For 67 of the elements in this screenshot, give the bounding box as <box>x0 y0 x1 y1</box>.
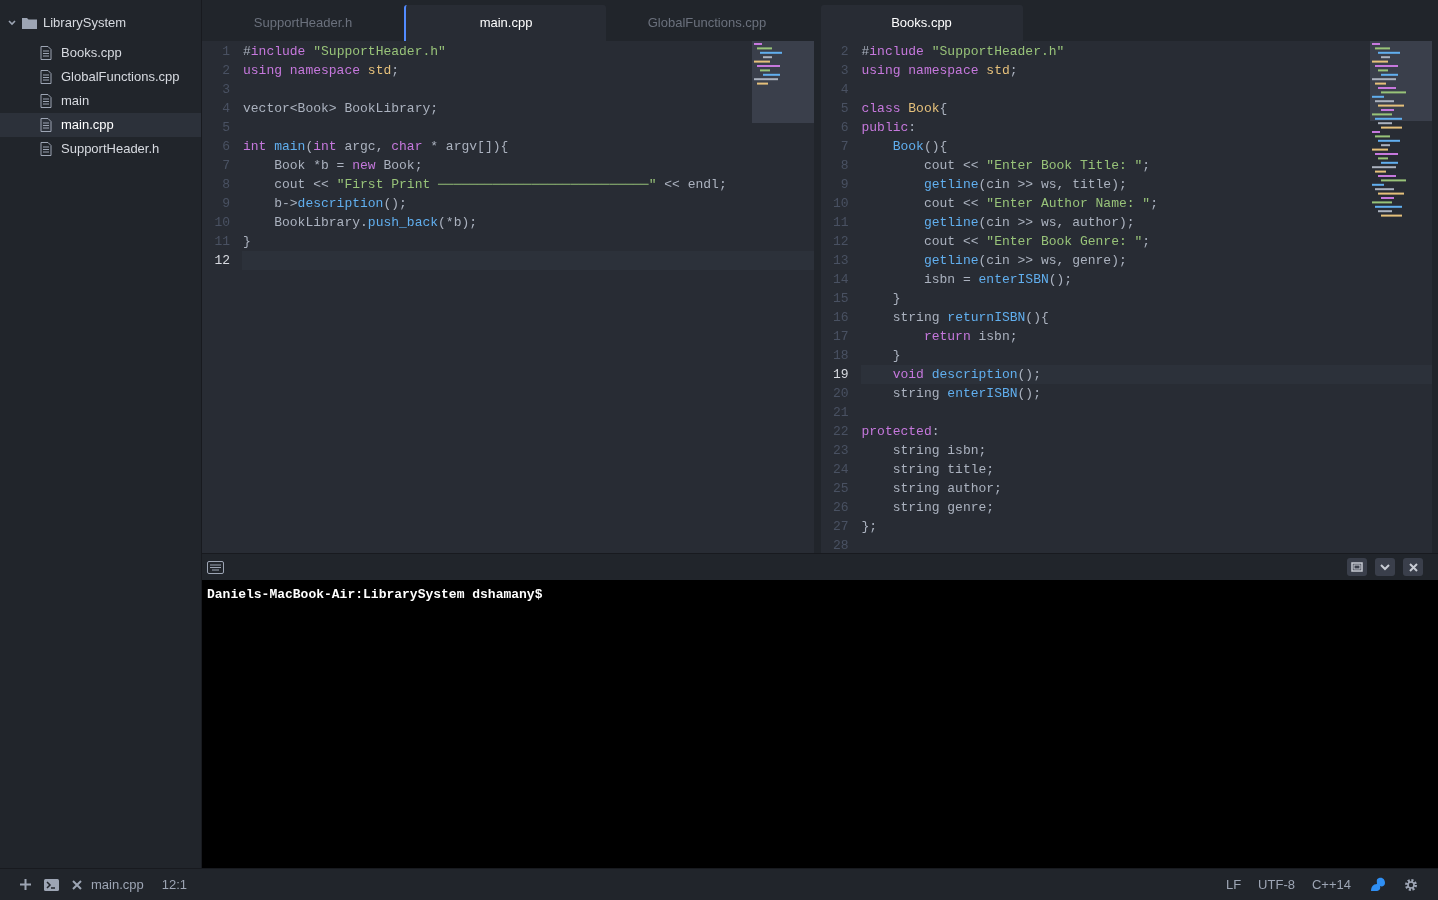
chevron-down-icon <box>1380 563 1390 571</box>
code-line: } <box>891 347 902 365</box>
file-icon <box>40 46 52 60</box>
line-ending[interactable]: LF <box>1225 874 1242 895</box>
code-line: #include "SupportHeader.h" <box>242 43 447 61</box>
code-line: string genre; <box>891 499 996 517</box>
code-line: isbn = enterISBN(); <box>922 271 1074 289</box>
line-number: 19 <box>831 366 849 384</box>
terminal-icon[interactable] <box>44 878 59 891</box>
collapse-button[interactable] <box>1375 558 1395 576</box>
code-line: string returnISBN(){ <box>891 309 1050 327</box>
editor-tab[interactable]: Books.cpp <box>820 5 1023 41</box>
code-line: cout << "First Print ───────────────────────────" << endl; <box>273 176 728 194</box>
code-line: getline(cin >> ws, author); <box>922 214 1136 232</box>
code-line: string enterISBN(); <box>891 385 1042 403</box>
maximize-button[interactable] <box>1347 558 1367 576</box>
status-file[interactable]: main.cpp <box>91 874 144 895</box>
line-number: 12 <box>213 252 230 270</box>
code-line: cout << "Enter Book Title: "; <box>922 157 1152 175</box>
file-icon <box>40 70 52 84</box>
plus-icon[interactable] <box>20 879 31 890</box>
file-item[interactable]: GlobalFunctions.cpp <box>0 65 201 89</box>
folder-label: LibrarySystem <box>43 14 127 33</box>
code-line: string author; <box>891 480 1003 498</box>
encoding[interactable]: UTF-8 <box>1258 874 1295 895</box>
code-line: protected: <box>860 423 941 441</box>
settings-icon[interactable] <box>1404 877 1418 892</box>
close-icon <box>1408 562 1418 572</box>
file-item[interactable]: Books.cpp <box>0 41 201 65</box>
code-line: string title; <box>891 461 996 479</box>
code-line: } <box>242 233 252 251</box>
code-line: vector<Book> BookLibrary; <box>242 100 440 118</box>
file-icon <box>40 94 52 108</box>
code-line: return isbn; <box>922 328 1019 346</box>
code-line: }; <box>860 518 879 536</box>
code-line: getline(cin >> ws, title); <box>922 176 1128 194</box>
code-line: int main(int argc, char * argv[]){ <box>242 138 510 156</box>
close-button[interactable] <box>1403 558 1423 576</box>
code-line: BookLibrary.push_back(*b); <box>273 214 479 232</box>
file-item[interactable]: SupportHeader.h <box>0 137 201 161</box>
file-icon <box>40 142 52 156</box>
code-line: using namespace std; <box>242 62 401 80</box>
code-line: class Book{ <box>860 100 949 118</box>
code-line: b->description(); <box>273 195 408 213</box>
tree-item[interactable]: LibrarySystem <box>0 13 201 33</box>
close-icon[interactable] <box>72 879 82 890</box>
maximize-icon <box>1351 562 1363 572</box>
cursor-position[interactable]: 12:1 <box>161 874 188 895</box>
code-line: cout << "Enter Book Genre: "; <box>922 233 1152 251</box>
folder-icon <box>22 17 37 29</box>
grammar[interactable]: C++14 <box>1311 874 1351 895</box>
code-line: Book *b = new Book; <box>273 157 424 175</box>
file-item[interactable]: main.cpp <box>0 113 201 137</box>
editor-tab[interactable]: main.cpp <box>404 5 606 41</box>
code-line: public: <box>860 119 918 137</box>
code-line: getline(cin >> ws, genre); <box>922 252 1128 270</box>
code-line: #include "SupportHeader.h" <box>860 43 1066 61</box>
code-line: string isbn; <box>891 442 988 460</box>
keyboard-icon[interactable] <box>207 560 224 574</box>
code-line: Book(){ <box>891 138 949 156</box>
code-line: using namespace std; <box>860 62 1019 80</box>
code-line: cout << "Enter Author Name: "; <box>922 195 1159 213</box>
terminal-prompt: Daniels-MacBook-Air:LibrarySystem dshamany$ <box>207 587 543 602</box>
file-icon <box>40 118 52 132</box>
chevron-icon <box>8 20 16 26</box>
file-item[interactable]: main <box>0 89 201 113</box>
code-line: } <box>891 290 902 308</box>
